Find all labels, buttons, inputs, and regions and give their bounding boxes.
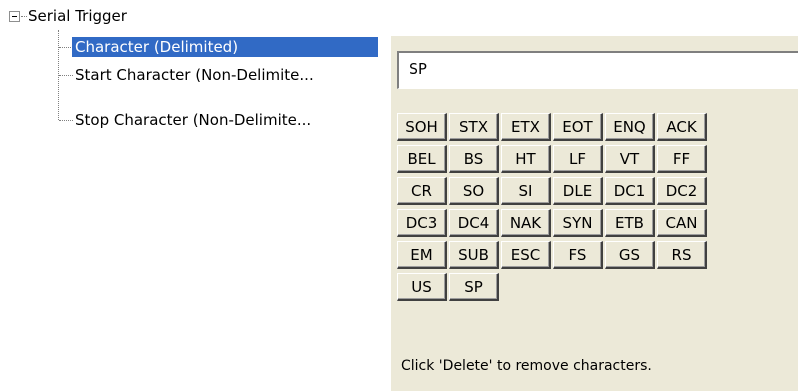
character-input[interactable]: SP [397,51,798,89]
key-fs-button[interactable]: FS [553,241,603,269]
key-esc-button[interactable]: ESC [501,241,551,269]
key-nak-button[interactable]: NAK [501,209,551,237]
key-bs-button[interactable]: BS [449,145,499,173]
character-panel: SP SOH STX ETX EOT ENQ ACK BEL BS HT LF VT FF CR SO SI… [390,36,798,391]
key-si-button[interactable]: SI [501,177,551,205]
key-dc3-button[interactable]: DC3 [397,209,447,237]
key-cr-button[interactable]: CR [397,177,447,205]
settings-tree: Serial Trigger Character (Delimited) Sta… [0,0,390,391]
key-soh-button[interactable]: SOH [397,113,447,141]
key-eot-button[interactable]: EOT [553,113,603,141]
control-character-keypad: SOH STX ETX EOT ENQ ACK BEL BS HT LF VT FF CR SO SI DLE… [397,113,707,301]
tree-connector [59,120,73,121]
key-bel-button[interactable]: BEL [397,145,447,173]
key-can-button[interactable]: CAN [657,209,707,237]
key-ff-button[interactable]: FF [657,145,707,173]
tree-item-character-delimited[interactable]: Character (Delimited) [72,37,378,57]
key-stx-button[interactable]: STX [449,113,499,141]
collapse-icon[interactable] [9,11,20,22]
key-ht-button[interactable]: HT [501,145,551,173]
key-ack-button[interactable]: ACK [657,113,707,141]
key-syn-button[interactable]: SYN [553,209,603,237]
tree-connector [59,47,73,48]
tree-connector [59,75,73,76]
key-dc2-button[interactable]: DC2 [657,177,707,205]
key-so-button[interactable]: SO [449,177,499,205]
key-etx-button[interactable]: ETX [501,113,551,141]
tree-item-stop-character[interactable]: Stop Character (Non-Delimite... [75,110,311,130]
key-dle-button[interactable]: DLE [553,177,603,205]
delete-hint: Click 'Delete' to remove characters. [401,358,652,374]
key-enq-button[interactable]: ENQ [605,113,655,141]
key-dc1-button[interactable]: DC1 [605,177,655,205]
tree-root-serial-trigger[interactable]: Serial Trigger [28,6,127,26]
key-dc4-button[interactable]: DC4 [449,209,499,237]
key-sub-button[interactable]: SUB [449,241,499,269]
tree-item-start-character[interactable]: Start Character (Non-Delimite... [75,65,314,85]
key-us-button[interactable]: US [397,273,447,301]
tree-connector [21,16,27,17]
key-rs-button[interactable]: RS [657,241,707,269]
key-em-button[interactable]: EM [397,241,447,269]
key-gs-button[interactable]: GS [605,241,655,269]
key-etb-button[interactable]: ETB [605,209,655,237]
key-lf-button[interactable]: LF [553,145,603,173]
key-sp-button[interactable]: SP [449,273,499,301]
key-vt-button[interactable]: VT [605,145,655,173]
